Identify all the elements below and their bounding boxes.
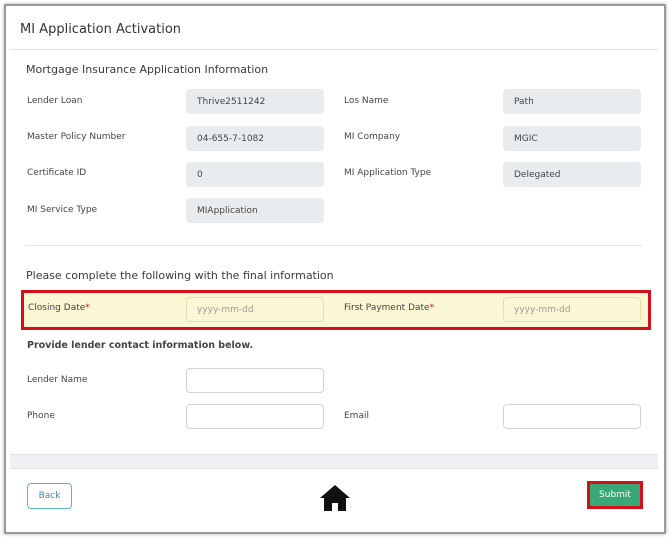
- phone-label: Phone: [27, 411, 55, 421]
- master-policy-label: Master Policy Number: [27, 132, 126, 142]
- mi-app-type-field: Delegated: [503, 162, 641, 187]
- mi-app-type-label: MI Application Type: [344, 168, 432, 178]
- required-asterisk: *: [429, 303, 435, 313]
- first-payment-date-label: First Payment Date*: [344, 303, 435, 313]
- info-section-title: Mortgage Insurance Application Informati…: [26, 63, 269, 76]
- required-asterisk: *: [85, 303, 90, 313]
- submit-button[interactable]: Submit: [590, 484, 640, 506]
- mi-company-label: MI Company: [344, 132, 401, 142]
- first-payment-date-input[interactable]: [503, 297, 641, 322]
- closing-date-label: Closing Date*: [28, 303, 90, 313]
- master-policy-field: 04-655-7-1082: [186, 126, 324, 151]
- footer-band: [10, 454, 658, 468]
- lender-loan-field: Thrive2511242: [186, 89, 324, 114]
- home-icon[interactable]: [319, 484, 351, 512]
- dialog-title: MI Application Activation: [20, 22, 182, 37]
- contact-section-title: Provide lender contact information below…: [27, 340, 254, 351]
- email-input[interactable]: [503, 404, 641, 429]
- los-name-label: Los Name: [344, 96, 389, 106]
- section-divider: [26, 245, 642, 246]
- back-button[interactable]: Back: [27, 483, 72, 509]
- los-name-field: Path: [503, 89, 641, 114]
- lender-name-label: Lender Name: [27, 375, 88, 385]
- dialog-header: MI Application Activation: [10, 10, 658, 50]
- phone-input[interactable]: [186, 404, 324, 429]
- final-section-title: Please complete the following with the f…: [26, 269, 334, 282]
- certificate-id-label: Certificate ID: [27, 168, 87, 178]
- email-label: Email: [344, 411, 369, 421]
- lender-loan-label: Lender Loan: [27, 96, 83, 106]
- submit-highlight: Submit: [587, 481, 643, 509]
- mi-company-field: MGIC: [503, 126, 641, 151]
- closing-date-input[interactable]: [186, 297, 324, 322]
- mi-service-type-label: MI Service Type: [27, 205, 98, 215]
- mi-service-type-field: MIApplication: [186, 198, 324, 223]
- certificate-id-field: 0: [186, 162, 324, 187]
- lender-name-input[interactable]: [186, 368, 324, 393]
